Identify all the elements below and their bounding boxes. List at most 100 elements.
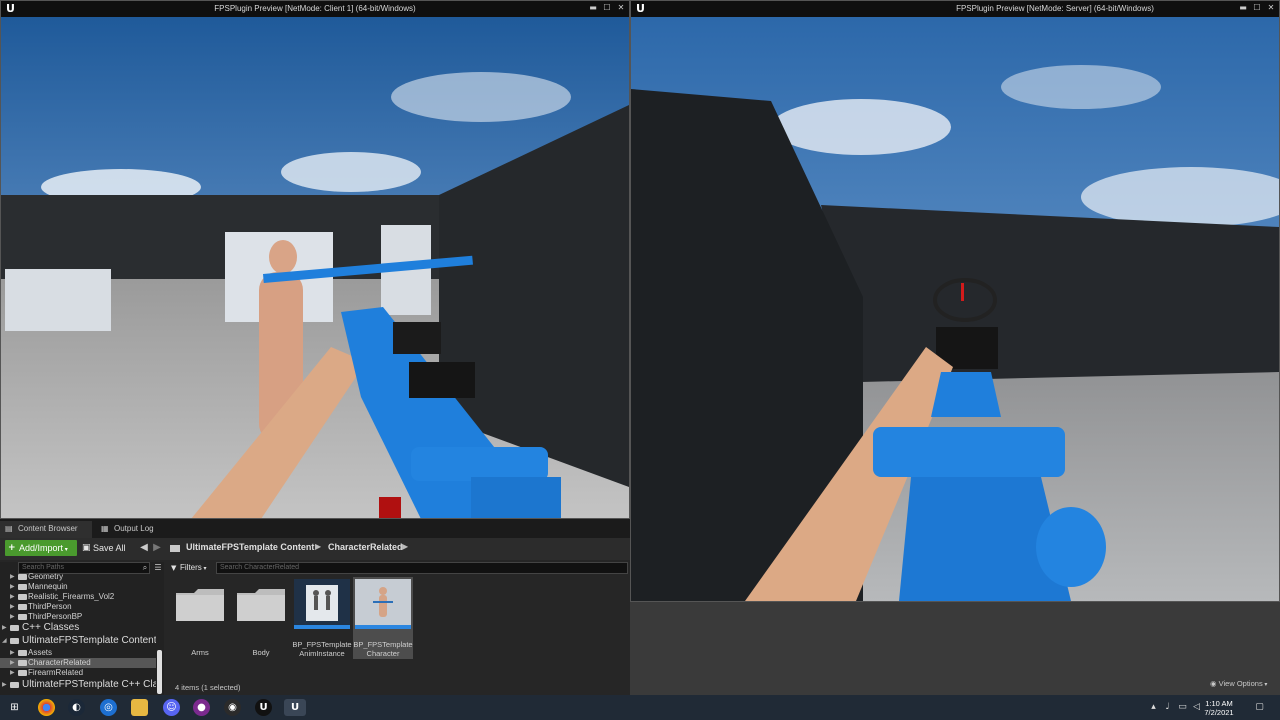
- folder-icon: [18, 670, 27, 676]
- asset-view: ▼ Filters ▾ Search CharacterRelated Arms…: [168, 562, 630, 695]
- search-assets-input[interactable]: Search CharacterRelated: [216, 562, 628, 574]
- content-browser-toolbar: + Add/Import ▾ ▣ Save All ◀ ▶ UltimateFP…: [0, 538, 630, 560]
- content-browser-panel: ▤ Content Browser ▦ Output Log + Add/Imp…: [0, 519, 630, 695]
- server-game-viewport[interactable]: [631, 17, 1279, 601]
- windows-taskbar: ⊞ ◐ ◎ ☺ ● ◉ U U ▴ ♩ ▭ ◁ 1:10 AM 7/2/2021…: [0, 695, 1280, 720]
- obs-icon[interactable]: ◉: [224, 699, 241, 716]
- unreal-icon[interactable]: U: [284, 699, 306, 716]
- client-game-viewport[interactable]: [1, 17, 629, 518]
- folder-icon: [18, 660, 27, 666]
- expand-arrow-icon: ▶: [2, 624, 7, 631]
- breadcrumb-separator-icon: ▶: [315, 542, 322, 551]
- breadcrumb-root[interactable]: UltimateFPSTemplate Content: [186, 542, 314, 552]
- content-browser-tabs: ▤ Content Browser ▦ Output Log: [0, 519, 630, 538]
- path-tree: Search Paths ⌕ ☰ ▶ Geometry ▶ Mannequin …: [0, 562, 164, 695]
- server-scene: [631, 17, 1279, 601]
- asset-folder-body[interactable]: Body: [231, 577, 291, 659]
- asset-label: BP_FPSTemplate Character: [353, 640, 413, 658]
- content-browser-icon: ▤: [5, 524, 13, 533]
- tree-item-firearmrelated[interactable]: ▶ FirearmRelated: [0, 668, 156, 678]
- folder-icon: [10, 638, 19, 644]
- network-icon[interactable]: ▭: [1177, 701, 1188, 713]
- breadcrumb-separator-icon: ▶: [402, 542, 409, 551]
- tab-output-log[interactable]: ▦ Output Log: [96, 521, 170, 538]
- folder-icon: [18, 574, 27, 580]
- client-title-bar[interactable]: U FPSPlugin Preview [NetMode: Client 1] …: [1, 1, 629, 17]
- tree-item-thirdpersonbp[interactable]: ▶ ThirdPersonBP: [0, 612, 156, 622]
- close-button[interactable]: ✕: [1265, 2, 1277, 14]
- save-icon: ▣: [82, 543, 91, 553]
- chrome-icon[interactable]: [38, 699, 55, 716]
- folder-icon: [237, 589, 285, 621]
- tree-item-ultimatefps-content[interactable]: ◢ UltimateFPSTemplate Content: [0, 635, 156, 647]
- start-icon[interactable]: ⊞: [6, 699, 23, 716]
- tree-item-geometry[interactable]: ▶ Geometry: [0, 572, 156, 582]
- folder-icon: [176, 589, 224, 621]
- system-clock[interactable]: 1:10 AM 7/2/2021: [1198, 699, 1240, 717]
- steam-icon[interactable]: ◐: [68, 699, 85, 716]
- tree-scrollbar[interactable]: [157, 650, 162, 694]
- maximize-button[interactable]: ☐: [601, 2, 613, 14]
- collapse-arrow-icon: ◢: [2, 637, 7, 644]
- close-button[interactable]: ✕: [615, 2, 627, 14]
- save-all-button[interactable]: ▣ Save All: [80, 540, 130, 556]
- client-scene: [1, 17, 629, 518]
- folder-icon: [18, 614, 27, 620]
- unreal-logo-icon: U: [636, 2, 645, 15]
- asset-bp-animinstance[interactable]: BP_FPSTemplate AnimInstance: [292, 577, 352, 659]
- breadcrumb-current[interactable]: CharacterRelated: [328, 542, 403, 552]
- uplay-icon[interactable]: ◎: [100, 699, 117, 716]
- folder-icon: [18, 594, 27, 600]
- tree-item-assets[interactable]: ▶ Assets: [0, 648, 156, 658]
- folder-icon: [170, 545, 180, 552]
- expand-arrow-icon: ▶: [10, 603, 15, 610]
- file-explorer-icon[interactable]: [131, 699, 148, 716]
- filters-button[interactable]: ▼ Filters ▾: [170, 562, 214, 574]
- expand-arrow-icon: ▶: [10, 573, 15, 580]
- folder-icon: [18, 584, 27, 590]
- server-preview-window[interactable]: U FPSPlugin Preview [NetMode: Server] (6…: [630, 0, 1280, 602]
- forward-arrow-icon[interactable]: ▶: [151, 541, 163, 555]
- app-icon[interactable]: ●: [193, 699, 210, 716]
- asset-label: BP_FPSTemplate AnimInstance: [292, 640, 352, 658]
- dropdown-arrow-icon: ▾: [201, 566, 207, 572]
- tree-item-thirdperson[interactable]: ▶ ThirdPerson: [0, 602, 156, 612]
- back-arrow-icon[interactable]: ◀: [138, 541, 150, 555]
- expand-arrow-icon: ▶: [10, 649, 15, 656]
- dropdown-arrow-icon: ▾: [1262, 682, 1268, 688]
- client-preview-window[interactable]: U FPSPlugin Preview [NetMode: Client 1] …: [0, 0, 630, 519]
- asset-bp-character[interactable]: BP_FPSTemplate Character: [353, 577, 413, 659]
- view-options-button[interactable]: ◉ View Options ▾: [1210, 679, 1267, 688]
- add-icon: +: [8, 543, 16, 553]
- folder-icon: [18, 604, 27, 610]
- expand-arrow-icon: ▶: [10, 593, 15, 600]
- expand-arrow-icon: ▶: [10, 583, 15, 590]
- tree-item-realistic-firearms[interactable]: ▶ Realistic_Firearms_Vol2: [0, 592, 156, 602]
- expand-arrow-icon: ▶: [10, 613, 15, 620]
- minimize-button[interactable]: ▬: [587, 2, 599, 14]
- tree-item-mannequin[interactable]: ▶ Mannequin: [0, 582, 156, 592]
- tree-item-ultimatefps-cpp[interactable]: ▶ UltimateFPSTemplate C++ Cla: [0, 679, 156, 691]
- eye-icon: ◉: [1210, 679, 1217, 688]
- asset-folder-arms[interactable]: Arms: [170, 577, 230, 659]
- discord-icon[interactable]: ☺: [163, 699, 180, 716]
- chevron-up-icon[interactable]: ▴: [1148, 701, 1159, 713]
- folder-icon: [10, 625, 19, 631]
- character-blueprint-icon: [355, 579, 411, 629]
- items-count-label: 4 items (1 selected): [175, 683, 241, 692]
- tree-item-characterrelated[interactable]: ▶ CharacterRelated: [0, 658, 156, 668]
- output-log-icon: ▦: [101, 524, 109, 533]
- folder-icon: [10, 682, 19, 688]
- maximize-button[interactable]: ☐: [1251, 2, 1263, 14]
- tree-item-cpp-classes[interactable]: ▶ C++ Classes: [0, 622, 156, 634]
- add-import-button[interactable]: + Add/Import ▾: [5, 540, 77, 556]
- dropdown-arrow-icon: ▾: [63, 547, 68, 553]
- unreal-icon[interactable]: U: [255, 699, 272, 716]
- server-title-bar[interactable]: U FPSPlugin Preview [NetMode: Server] (6…: [631, 1, 1279, 17]
- minimize-button[interactable]: ▬: [1237, 2, 1249, 14]
- tab-content-browser[interactable]: ▤ Content Browser: [0, 521, 92, 538]
- folder-icon: [18, 650, 27, 656]
- notifications-icon[interactable]: ▢: [1254, 701, 1265, 713]
- expand-arrow-icon: ▶: [10, 659, 15, 666]
- microphone-icon[interactable]: ♩: [1162, 701, 1173, 713]
